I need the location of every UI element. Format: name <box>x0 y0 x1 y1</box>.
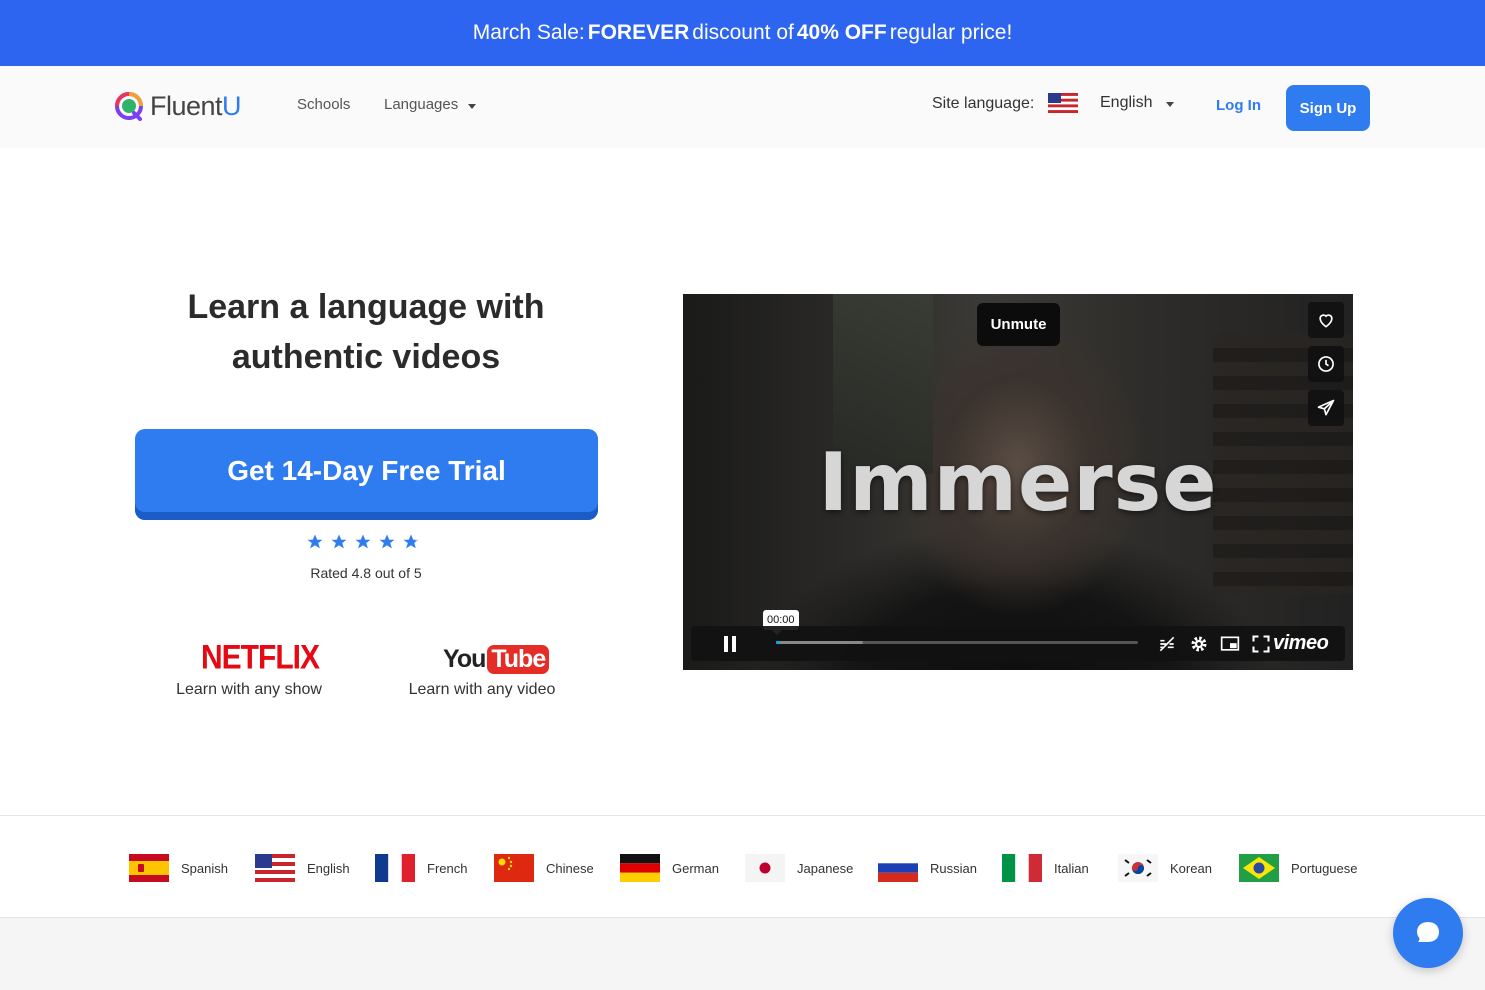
pause-button[interactable] <box>701 628 759 659</box>
heart-icon <box>1319 314 1333 328</box>
site-header: FluentU Schools Languages Site language:… <box>0 66 1485 148</box>
site-language-label: Site language: <box>932 95 1035 112</box>
progress-played <box>776 641 780 644</box>
youtube-caption: Learn with any video <box>408 681 556 698</box>
free-trial-button[interactable]: Get 14-Day Free Trial <box>135 429 598 520</box>
star-icon <box>331 534 347 549</box>
unmute-button[interactable]: Unmute <box>977 303 1060 346</box>
captions-off-icon[interactable] <box>1157 634 1177 654</box>
logo-text: FluentU <box>150 90 242 121</box>
next-section <box>0 918 1485 990</box>
star-icon <box>355 534 371 549</box>
star-icon <box>379 534 395 549</box>
youtube-logo: You Tube <box>443 645 550 674</box>
hero-title: Learn a language with authentic videos <box>187 288 545 376</box>
us-flag-icon <box>255 854 295 882</box>
like-button[interactable] <box>1308 302 1344 338</box>
share-button[interactable] <box>1308 390 1344 426</box>
vimeo-logo[interactable]: vimeo <box>1273 632 1329 655</box>
chevron-down-icon <box>468 103 477 109</box>
language-item-korean[interactable]: Korean <box>1118 854 1212 882</box>
nav-schools[interactable]: Schools <box>297 96 350 113</box>
video-overlay-text: Immerse <box>818 436 1218 529</box>
pause-icon <box>724 635 736 652</box>
video-controls: vimeo <box>691 626 1345 661</box>
site-language-select[interactable]: English <box>1100 94 1175 112</box>
watch-later-button[interactable] <box>1308 346 1344 382</box>
chevron-down-icon <box>1166 102 1175 107</box>
progress-loaded <box>776 641 863 644</box>
promo-text-3: discount of <box>692 21 794 44</box>
video-player[interactable]: Immerse Unmute 00:00 vimeo <box>683 294 1353 670</box>
rating-stars <box>306 533 420 551</box>
promo-text-5: regular price! <box>889 21 1013 44</box>
fluentu-logo-icon <box>115 92 143 121</box>
spain-flag-icon <box>129 854 169 882</box>
china-flag-icon <box>494 854 534 882</box>
language-item-italian[interactable]: Italian <box>1002 854 1089 882</box>
language-item-russian[interactable]: Russian <box>878 854 977 882</box>
star-icon <box>403 534 419 549</box>
promo-text-1: March Sale: <box>472 21 585 44</box>
korea-flag-icon <box>1118 854 1158 882</box>
language-item-french[interactable]: French <box>375 854 467 882</box>
chat-bubble-icon <box>1417 922 1439 942</box>
brazil-flag-icon <box>1239 854 1279 882</box>
language-item-portuguese[interactable]: Portuguese <box>1239 854 1358 882</box>
login-link[interactable]: Log In <box>1216 97 1261 114</box>
signup-button[interactable]: Sign Up <box>1286 85 1370 131</box>
germany-flag-icon <box>620 854 660 882</box>
settings-icon[interactable] <box>1189 634 1209 654</box>
fullscreen-icon[interactable] <box>1251 634 1271 654</box>
chat-launcher-button[interactable] <box>1393 898 1463 968</box>
nav-languages-dropdown[interactable]: Languages <box>384 96 477 113</box>
promo-banner[interactable]: March Sale: FOREVER discount of 40% OFF … <box>0 0 1485 66</box>
star-icon <box>307 534 323 549</box>
progress-bar[interactable] <box>776 641 1138 644</box>
rating-text: Rated 4.8 out of 5 <box>310 565 422 581</box>
fluentu-logo[interactable]: FluentU <box>114 86 242 126</box>
language-list: Spanish English French Chinese German Ja… <box>0 815 1485 918</box>
language-item-spanish[interactable]: Spanish <box>129 854 228 882</box>
italy-flag-icon <box>1002 854 1042 882</box>
language-item-chinese[interactable]: Chinese <box>494 854 594 882</box>
promo-text-4: 40% OFF <box>796 21 887 44</box>
russia-flag-icon <box>878 854 918 882</box>
send-icon <box>1317 399 1335 416</box>
us-flag-icon <box>1048 93 1078 113</box>
language-item-japanese[interactable]: Japanese <box>745 854 853 882</box>
japan-flag-icon <box>745 854 785 882</box>
promo-text-2: FOREVER <box>587 21 690 44</box>
language-item-german[interactable]: German <box>620 854 719 882</box>
netflix-logo: NETFLIX <box>201 638 320 677</box>
netflix-caption: Learn with any show <box>176 681 322 698</box>
language-item-english[interactable]: English <box>255 854 350 882</box>
picture-in-picture-icon[interactable] <box>1220 634 1240 654</box>
france-flag-icon <box>375 854 415 882</box>
clock-icon <box>1318 356 1334 372</box>
